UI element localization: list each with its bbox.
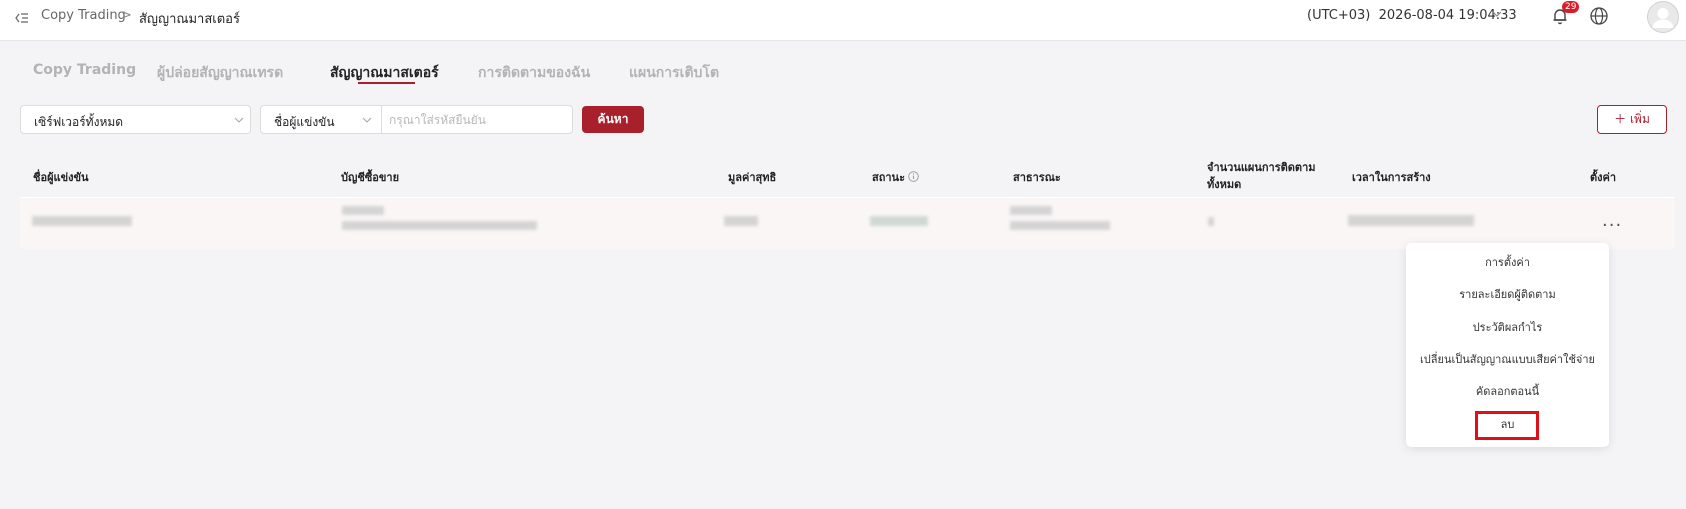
more-icon[interactable]: ... [1602,210,1622,231]
column-header: สาธารณะ [1013,171,1061,184]
chevron-down-icon[interactable] [1490,7,1504,21]
breadcrumb-root[interactable]: Copy Trading [41,8,126,23]
plus-icon: ＋ [1614,112,1627,126]
collapse-menu-icon[interactable] [14,10,30,26]
master-signals-table: ชื่อผู้แข่งขัน บัญชีซื้อขาย มูลค่าสุทธิ … [20,153,1675,249]
tab-master-signals[interactable]: สัญญาณมาสเตอร์ [330,62,439,84]
search-input[interactable] [389,110,564,129]
menu-item-profit-history[interactable]: ประวัติผลกำไร [1406,318,1609,338]
column-header: ตั้งค่า [1590,171,1617,184]
column-header: เวลาในการสร้าง [1352,171,1431,184]
globe-icon[interactable] [1589,6,1609,26]
server-select[interactable]: เซิร์ฟเวอร์ทั้งหมด [20,105,251,134]
server-select-value: เซิร์ฟเวอร์ทั้งหมด [34,115,124,129]
add-button-label: เพิ่ม [1629,112,1650,126]
column-header-label: สถานะ [872,171,905,184]
menu-item-convert-to-paid[interactable]: เปลี่ยนเป็นสัญญาณแบบเสียค่าใช้จ่าย [1406,350,1609,370]
redacted-cell [1208,217,1214,226]
menu-item-follower-details[interactable]: รายละเอียดผู้ติดตาม [1406,285,1609,305]
row-actions-menu: การตั้งค่า รายละเอียดผู้ติดตาม ประวัติผล… [1406,243,1609,447]
field-select-value[interactable]: ชื่อผู้แข่งขัน [274,113,335,132]
redacted-cell [32,216,132,226]
table-header: ชื่อผู้แข่งขัน บัญชีซื้อขาย มูลค่าสุทธิ … [20,153,1675,197]
tab-signal-providers[interactable]: ผู้ปล่อยสัญญาณเทรด [157,62,283,84]
column-header: จำนวนแผนการติดตามทั้งหมด [1207,161,1316,191]
column-header: ชื่อผู้แข่งขัน [33,171,89,184]
highlight-box [1475,411,1539,440]
add-button[interactable]: ＋ เพิ่ม [1597,105,1667,134]
redacted-cell [342,206,384,215]
notification-badge: 29 [1562,1,1580,13]
column-header: มูลค่าสุทธิ [728,171,777,184]
tab-my-follows[interactable]: การติดตามของฉัน [478,62,590,84]
filter-divider [381,106,382,133]
breadcrumb-current: สัญญาณมาสเตอร์ [139,12,240,27]
table-row[interactable]: ... [20,198,1675,249]
tab-growth-plan[interactable]: แผนการเติบโต [629,62,719,84]
search-filter-group: ชื่อผู้แข่งขัน [260,105,573,134]
menu-item-settings[interactable]: การตั้งค่า [1406,253,1609,273]
redacted-cell [342,221,537,230]
redacted-cell [1348,215,1474,226]
search-button[interactable]: ค้นหา [582,106,644,133]
menu-item-copy-now[interactable]: คัดลอกตอนนี้ [1406,382,1609,402]
timezone-label: (UTC+03) [1307,8,1371,23]
breadcrumb-separator: > [121,8,132,23]
active-tab-indicator [358,82,415,84]
redacted-cell [724,216,758,226]
avatar-icon[interactable] [1647,1,1679,33]
tab-bar: Copy Trading ผู้ปล่อยสัญญาณเทรด สัญญาณมา… [0,58,1686,88]
tab-copy-trading[interactable]: Copy Trading [33,62,136,78]
redacted-cell [1010,206,1052,215]
redacted-cell [1010,221,1110,230]
redacted-cell [870,216,928,226]
column-header: สถานะ [872,168,919,186]
info-icon[interactable] [908,171,919,182]
column-header: บัญชีซื้อขาย [341,171,400,184]
chevron-down-icon [233,114,245,126]
top-bar: Copy Trading > สัญญาณมาสเตอร์ (UTC+03) 2… [0,0,1686,41]
timezone-datetime[interactable]: (UTC+03) 2026-08-04 19:04:33 [1307,8,1517,23]
chevron-down-icon[interactable] [361,114,373,126]
